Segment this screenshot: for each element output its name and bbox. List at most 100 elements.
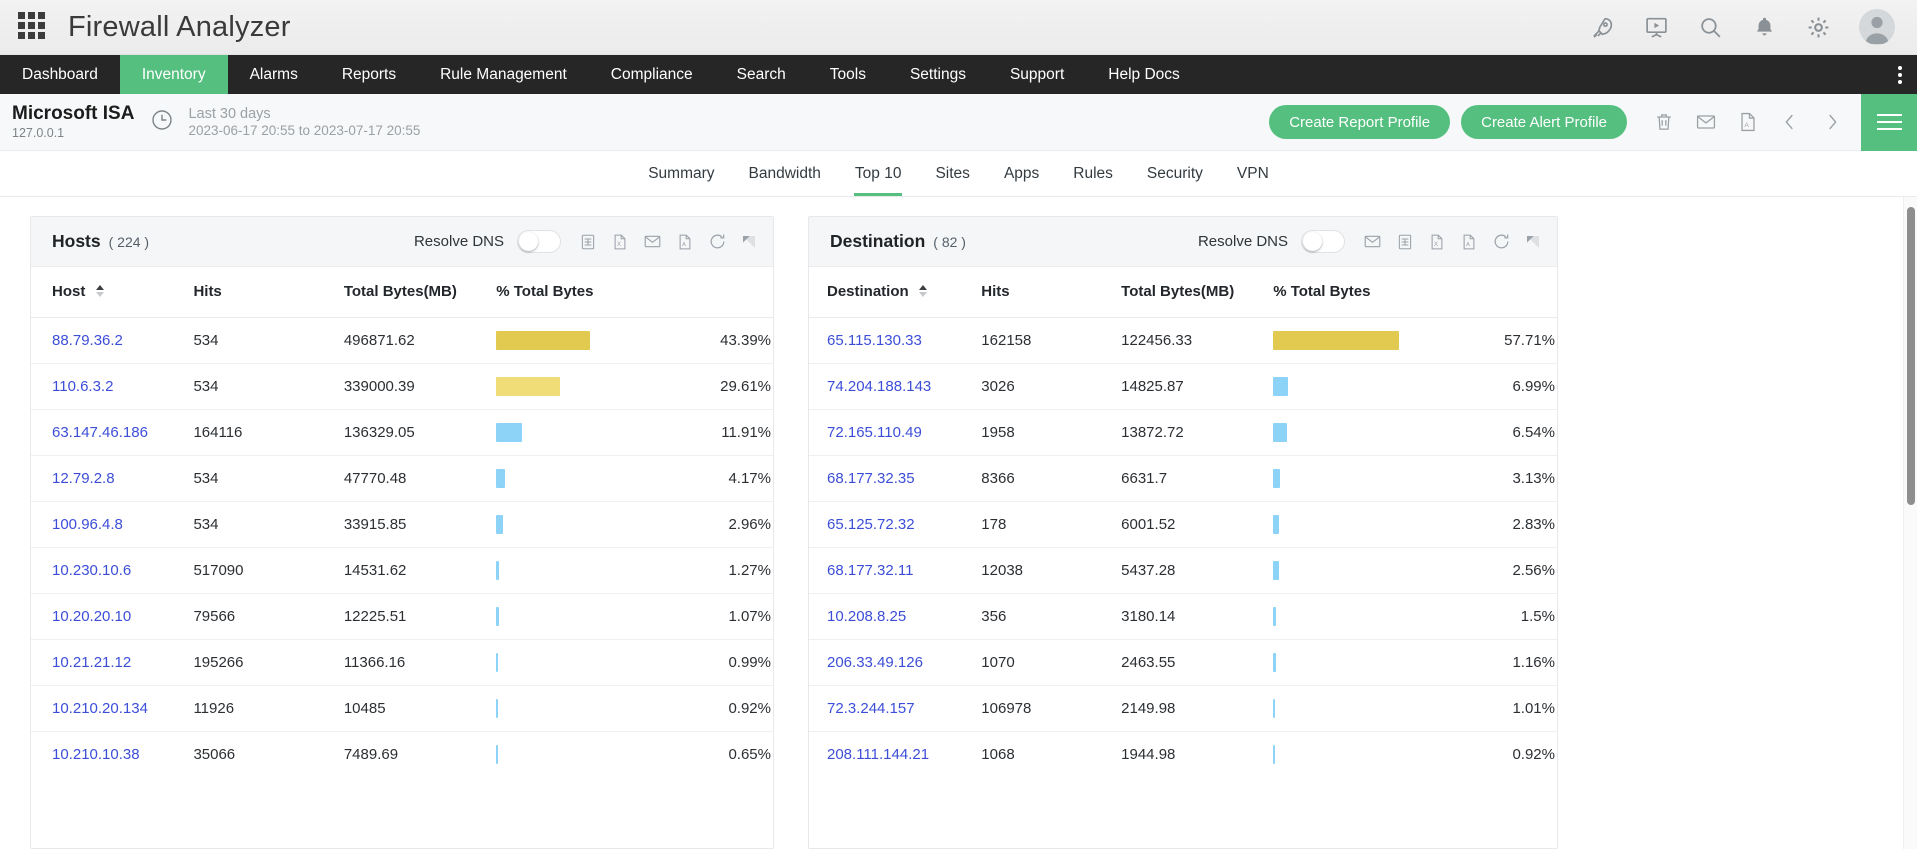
nav-item-alarms[interactable]: Alarms: [228, 55, 320, 94]
table-grid-icon[interactable]: [1396, 233, 1414, 251]
host-link[interactable]: 68.177.32.11: [827, 562, 913, 579]
cell-hits: 534: [193, 364, 343, 410]
column-header-total-bytes[interactable]: Total Bytes(MB): [344, 267, 496, 318]
sort-ascending-icon[interactable]: [96, 285, 104, 297]
hosts-resolve-dns-toggle[interactable]: [517, 230, 561, 253]
cell-pct-bar: [1273, 456, 1445, 502]
host-link[interactable]: 100.96.4.8: [52, 516, 123, 533]
tab-sites[interactable]: Sites: [918, 151, 986, 196]
table-grid-icon[interactable]: [579, 233, 597, 251]
host-link[interactable]: 72.3.244.157: [827, 700, 915, 717]
email-envelope-icon[interactable]: [1363, 232, 1382, 251]
user-avatar[interactable]: [1859, 9, 1895, 45]
host-link[interactable]: 12.79.2.8: [52, 470, 115, 487]
host-link[interactable]: 10.230.10.6: [52, 562, 131, 579]
cell-total-bytes: 6001.52: [1121, 502, 1273, 548]
notifications-bell-icon[interactable]: [1751, 14, 1777, 40]
host-link[interactable]: 10.20.20.10: [52, 608, 131, 625]
nav-item-search[interactable]: Search: [715, 55, 808, 94]
host-link[interactable]: 72.165.110.49: [827, 424, 922, 441]
column-header-pct-total-bytes[interactable]: % Total Bytes: [496, 267, 676, 318]
cell-hits: 1958: [981, 410, 1121, 456]
nav-item-dashboard[interactable]: Dashboard: [0, 55, 120, 94]
host-link[interactable]: 65.125.72.32: [827, 516, 915, 533]
search-icon[interactable]: [1697, 14, 1723, 40]
table-row: 74.204.188.143302614825.876.99%: [809, 364, 1557, 410]
export-pdf-icon[interactable]: A: [1460, 233, 1478, 251]
host-link[interactable]: 206.33.49.126: [827, 654, 923, 671]
hamburger-menu-icon[interactable]: [1861, 94, 1917, 151]
nav-item-rule-management[interactable]: Rule Management: [418, 55, 589, 94]
rocket-icon[interactable]: [1589, 14, 1615, 40]
host-link[interactable]: 10.210.10.38: [52, 746, 140, 763]
column-header-total-bytes[interactable]: Total Bytes(MB): [1121, 267, 1273, 318]
sort-ascending-icon[interactable]: [919, 285, 927, 297]
column-header-hits[interactable]: Hits: [193, 267, 343, 318]
host-link[interactable]: 74.204.188.143: [827, 378, 931, 395]
host-link[interactable]: 10.21.21.12: [52, 654, 131, 671]
kebab-menu-icon[interactable]: [1898, 66, 1903, 84]
host-link[interactable]: 10.208.8.25: [827, 608, 906, 625]
tab-bandwidth[interactable]: Bandwidth: [732, 151, 838, 196]
column-header-hits[interactable]: Hits: [981, 267, 1121, 318]
create-alert-profile-button[interactable]: Create Alert Profile: [1461, 105, 1627, 139]
device-info: Microsoft ISA 127.0.0.1: [12, 104, 134, 140]
export-pdf-icon[interactable]: A: [1737, 111, 1759, 133]
host-link[interactable]: 208.111.144.21: [827, 746, 929, 763]
page-scrollbar-thumb[interactable]: [1907, 207, 1915, 505]
table-row: 12.79.2.853447770.484.17%: [31, 456, 773, 502]
cell-hits: 3026: [981, 364, 1121, 410]
host-link[interactable]: 110.6.3.2: [52, 378, 113, 395]
grid-apps-icon[interactable]: [18, 12, 48, 42]
tab-rules[interactable]: Rules: [1056, 151, 1130, 196]
column-header-destination[interactable]: Destination: [809, 267, 981, 318]
email-envelope-icon[interactable]: [1695, 111, 1717, 133]
nav-item-support[interactable]: Support: [988, 55, 1086, 94]
date-range[interactable]: Last 30 days 2023-06-17 20:55 to 2023-07…: [188, 105, 420, 140]
export-excel-icon[interactable]: X: [1428, 233, 1446, 251]
cell-pct-value: 1.27%: [677, 548, 773, 594]
nav-item-settings[interactable]: Settings: [888, 55, 988, 94]
refresh-icon[interactable]: [1492, 232, 1511, 251]
nav-item-tools[interactable]: Tools: [808, 55, 888, 94]
host-link[interactable]: 63.147.46.186: [52, 424, 148, 441]
cell-total-bytes: 496871.62: [344, 318, 496, 364]
create-report-profile-button[interactable]: Create Report Profile: [1269, 105, 1450, 139]
tab-apps[interactable]: Apps: [987, 151, 1056, 196]
settings-gear-icon[interactable]: [1805, 14, 1831, 40]
cell-host: 10.210.20.134: [31, 686, 193, 732]
column-header-host[interactable]: Host: [31, 267, 193, 318]
email-envelope-icon[interactable]: [643, 232, 662, 251]
export-pdf-icon[interactable]: A: [676, 233, 694, 251]
tab-summary[interactable]: Summary: [631, 151, 731, 196]
nav-item-reports[interactable]: Reports: [320, 55, 418, 94]
host-link[interactable]: 10.210.20.134: [52, 700, 148, 717]
cell-pct-bar: [1273, 318, 1445, 364]
cell-total-bytes: 7489.69: [344, 732, 496, 778]
expand-maximize-icon[interactable]: [1525, 234, 1541, 250]
table-row: 100.96.4.853433915.852.96%: [31, 502, 773, 548]
column-header-pct-total-bytes[interactable]: % Total Bytes: [1273, 267, 1445, 318]
cell-host: 72.3.244.157: [809, 686, 981, 732]
report-subtabs: Summary Bandwidth Top 10 Sites Apps Rule…: [0, 151, 1917, 197]
presentation-video-icon[interactable]: [1643, 14, 1669, 40]
nav-item-compliance[interactable]: Compliance: [589, 55, 715, 94]
cell-total-bytes: 3180.14: [1121, 594, 1273, 640]
nav-item-help-docs[interactable]: Help Docs: [1086, 55, 1202, 94]
tab-top-10[interactable]: Top 10: [838, 151, 919, 196]
refresh-icon[interactable]: [708, 232, 727, 251]
cell-pct-value: 4.17%: [677, 456, 773, 502]
host-link[interactable]: 65.115.130.33: [827, 332, 922, 349]
next-chevron-icon[interactable]: [1821, 111, 1843, 133]
host-link[interactable]: 88.79.36.2: [52, 332, 123, 349]
page-scrollbar[interactable]: [1903, 197, 1917, 849]
nav-item-inventory[interactable]: Inventory: [120, 55, 228, 94]
destination-resolve-dns-toggle[interactable]: [1301, 230, 1345, 253]
host-link[interactable]: 68.177.32.35: [827, 470, 915, 487]
previous-chevron-icon[interactable]: [1779, 111, 1801, 133]
export-excel-icon[interactable]: X: [611, 233, 629, 251]
tab-security[interactable]: Security: [1130, 151, 1220, 196]
tab-vpn[interactable]: VPN: [1220, 151, 1286, 196]
delete-trash-icon[interactable]: [1653, 111, 1675, 133]
expand-maximize-icon[interactable]: [741, 234, 757, 250]
